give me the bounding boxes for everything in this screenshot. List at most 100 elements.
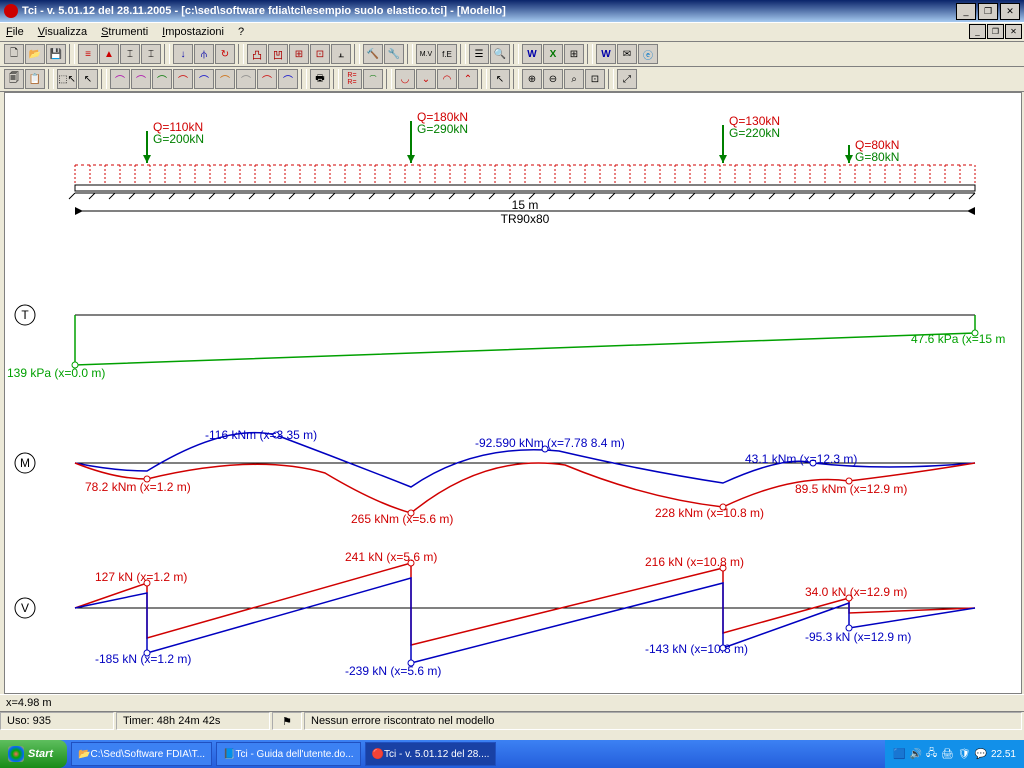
mdi-minimize-button[interactable]: _ — [969, 24, 986, 39]
beam-schema: 15 m TR90x80 Q=110kN G=200kN Q=180kN G=2… — [69, 110, 975, 226]
mdi-close-button[interactable]: ✕ — [1005, 24, 1022, 39]
tray-clock[interactable]: 22.51 — [991, 749, 1016, 760]
zoom-fit-icon[interactable]: ⤢ — [617, 69, 637, 89]
pointer-icon[interactable]: ↖ — [78, 69, 98, 89]
tool-mv-icon[interactable]: M.V — [416, 44, 436, 64]
tool-hammer-icon[interactable]: 🔨 — [363, 44, 383, 64]
tray-icon[interactable]: 🖨 — [941, 749, 954, 760]
tool-zoom-icon[interactable]: 🔍 — [490, 44, 510, 64]
diagram-M: M 78.2 kNm (x=1.2 m) -116 kNm (x=3.35 m)… — [15, 428, 975, 526]
status-error: Nessun errore riscontrato nel modello — [304, 712, 1022, 730]
tool-load-moment-icon[interactable]: ↻ — [215, 44, 235, 64]
paste-button[interactable]: 📋 — [25, 69, 45, 89]
svg-text:89.5 kNm (x=12.9 m): 89.5 kNm (x=12.9 m) — [795, 482, 907, 496]
tool-word1-icon[interactable]: W — [522, 44, 542, 64]
load-2: Q=180kN G=290kN — [407, 110, 468, 163]
diag-t-icon[interactable]: ⌒ — [131, 69, 151, 89]
reset-r-icon[interactable]: R=R= — [342, 69, 362, 89]
menu-impostazioni[interactable]: Impostazioni — [162, 26, 224, 38]
tool-dim-icon[interactable]: ⌶ — [120, 44, 140, 64]
status-flag-icon: ⚑ — [272, 712, 302, 730]
menubar: File Visualizza Strumenti Impostazioni ?… — [0, 22, 1024, 42]
tool-load-point-icon[interactable]: ↓ — [173, 44, 193, 64]
save-button[interactable]: 💾 — [46, 44, 66, 64]
beam-section-label: TR90x80 — [501, 212, 550, 226]
toolbar-main: 🗋 📂 💾 ≡ ▲ ⌶ ⌶ ↓ ⫛ ↻ 凸 凹 ⊞ ⊡ ⫠ 🔨 🔧 M.V f.… — [0, 42, 1024, 67]
diag-n-icon[interactable]: ⌒ — [110, 69, 130, 89]
pointer2-icon[interactable]: ↖ — [490, 69, 510, 89]
toolbar-view: 🗐 📋 ⬚↖ ↖ ⌒ ⌒ ⌒ ⌒ ⌒ ⌒ ⌒ ⌒ ⌒ 🖶 R=R= ⌒ ◡ ⌄ … — [0, 67, 1024, 92]
tool-support-icon[interactable]: ▲ — [99, 44, 119, 64]
tool-a-icon[interactable]: 凸 — [247, 44, 267, 64]
zoom-out-icon[interactable]: ⊖ — [543, 69, 563, 89]
tool-web-icon[interactable]: ⓔ — [638, 44, 658, 64]
taskbar: Start 📂 C:\Sed\Software FDIA\T... 📘 Tci … — [0, 740, 1024, 768]
svg-text:G=200kN: G=200kN — [153, 132, 204, 146]
diag-7-icon[interactable]: ⌒ — [236, 69, 256, 89]
taskbar-item-word[interactable]: 📘 Tci - Guida dell'utente.do... — [216, 742, 361, 766]
open-button[interactable]: 📂 — [25, 44, 45, 64]
diag-6-icon[interactable]: ⌒ — [215, 69, 235, 89]
system-tray[interactable]: 🟦 🔊 🖧 🖨 🛡 💬 22.51 — [885, 740, 1024, 768]
minimize-button[interactable]: _ — [956, 3, 976, 20]
tool-excel-icon[interactable]: X — [543, 44, 563, 64]
tool-text-icon[interactable]: ⌶ — [141, 44, 161, 64]
tool-b-icon[interactable]: 凹 — [268, 44, 288, 64]
svg-text:241 kN (x=5.6 m): 241 kN (x=5.6 m) — [345, 550, 437, 564]
menu-file[interactable]: File — [6, 26, 24, 38]
tool-c-icon[interactable]: ⊞ — [289, 44, 309, 64]
new-button[interactable]: 🗋 — [4, 44, 24, 64]
curve4-icon[interactable]: ⌃ — [458, 69, 478, 89]
diag-m-icon[interactable]: ⌒ — [152, 69, 172, 89]
tool-word2-icon[interactable]: W — [596, 44, 616, 64]
status-coords: x=4.98 m — [0, 694, 1024, 711]
tool-beam-icon[interactable]: ≡ — [78, 44, 98, 64]
taskbar-item-tci[interactable]: 🔴 Tci - v. 5.01.12 del 28.... — [365, 742, 497, 766]
tray-icon[interactable]: 🔊 — [910, 749, 922, 760]
svg-text:M: M — [20, 456, 30, 470]
zoom-in-icon[interactable]: ⊕ — [522, 69, 542, 89]
close-button[interactable]: ✕ — [1000, 3, 1020, 20]
reset-g-icon[interactable]: ⌒ — [363, 69, 383, 89]
tool-mail-icon[interactable]: ✉ — [617, 44, 637, 64]
start-button[interactable]: Start — [0, 740, 67, 768]
tray-icon[interactable]: 💬 — [975, 749, 987, 760]
pointer-dashed-icon[interactable]: ⬚↖ — [57, 69, 77, 89]
svg-text:G=220kN: G=220kN — [729, 126, 780, 140]
taskbar-item-explorer[interactable]: 📂 C:\Sed\Software FDIA\T... — [71, 742, 212, 766]
tool-d-icon[interactable]: ⊡ — [310, 44, 330, 64]
zoom-window-icon[interactable]: ⌕ — [564, 69, 584, 89]
model-canvas[interactable]: 15 m TR90x80 Q=110kN G=200kN Q=180kN G=2… — [4, 92, 1022, 694]
print-icon[interactable]: 🖶 — [310, 69, 330, 89]
tool-table-icon[interactable]: ☰ — [469, 44, 489, 64]
tool-fe-icon[interactable]: f.E — [437, 44, 457, 64]
tool-wrench-icon[interactable]: 🔧 — [384, 44, 404, 64]
svg-text:G=80kN: G=80kN — [855, 150, 899, 164]
diag-8-icon[interactable]: ⌒ — [257, 69, 277, 89]
tool-grid-icon[interactable]: ⊞ — [564, 44, 584, 64]
curve2-icon[interactable]: ⌄ — [416, 69, 436, 89]
tool-e-icon[interactable]: ⫠ — [331, 44, 351, 64]
svg-text:-239 kN (x=5.6 m): -239 kN (x=5.6 m) — [345, 664, 441, 678]
svg-text:-92.590 kNm (x=7.78 8.4 m): -92.590 kNm (x=7.78 8.4 m) — [475, 436, 625, 450]
maximize-button[interactable]: ❐ — [978, 3, 998, 20]
curve3-icon[interactable]: ◠ — [437, 69, 457, 89]
diag-v-icon[interactable]: ⌒ — [173, 69, 193, 89]
diag-9-icon[interactable]: ⌒ — [278, 69, 298, 89]
copy-button[interactable]: 🗐 — [4, 69, 24, 89]
mdi-restore-button[interactable]: ❐ — [987, 24, 1004, 39]
tool-load-dist-icon[interactable]: ⫛ — [194, 44, 214, 64]
tray-icon[interactable]: 🟦 — [893, 749, 905, 760]
curve1-icon[interactable]: ◡ — [395, 69, 415, 89]
diag-5-icon[interactable]: ⌒ — [194, 69, 214, 89]
svg-text:-143 kN (x=10.8 m): -143 kN (x=10.8 m) — [645, 642, 748, 656]
diagram-V: V 127 kN (x=1.2 m) -185 kN (x=1.2 m) 241… — [15, 550, 975, 678]
zoom-extent-icon[interactable]: ⊡ — [585, 69, 605, 89]
svg-text:-116 kNm (x=3.35 m): -116 kNm (x=3.35 m) — [205, 428, 317, 442]
diagram-svg: 15 m TR90x80 Q=110kN G=200kN Q=180kN G=2… — [5, 93, 1021, 693]
tray-icon[interactable]: 🖧 — [926, 746, 937, 763]
menu-help[interactable]: ? — [238, 26, 244, 38]
tray-icon[interactable]: 🛡 — [958, 749, 971, 760]
menu-visualizza[interactable]: Visualizza — [38, 26, 87, 38]
menu-strumenti[interactable]: Strumenti — [101, 26, 148, 38]
